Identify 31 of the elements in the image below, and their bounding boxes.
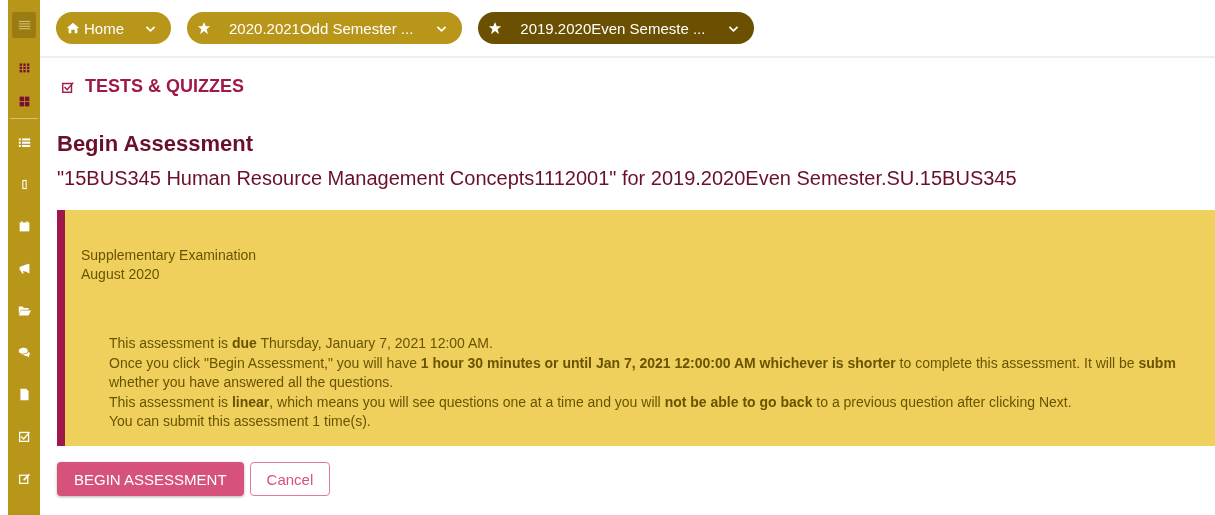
cancel-button[interactable]: Cancel [249,462,331,496]
notice-text: Supplementary Examination [81,246,258,265]
home-icon [66,21,80,35]
chat-icon [17,345,31,359]
notice-line: This assessment is due Thursday, January 7, 2021 12:00 AM. [109,334,494,353]
begin-button[interactable]: BEGIN ASSESSMENT [57,462,244,496]
menu-icon [17,18,31,32]
dashboard-icon [17,94,31,108]
tool-title: TESTS & QUIZZES [85,76,244,97]
breadcrumb-button[interactable]: 2019.2020Even Semeste ... [478,12,755,44]
calendar-icon [17,219,31,233]
list-icon [17,135,31,149]
edit-icon [17,471,31,485]
apps-icon [17,60,31,74]
breadcrumb-button[interactable]: 2020.2021Odd Semester ... [187,12,463,44]
folder-icon [17,303,31,317]
checkbox-icon [61,79,75,94]
megaphone-icon [17,261,31,275]
star-icon [488,21,503,35]
notice-line: This assessment is linear, which means you will see questions one at a time and you will not be able to go back to a previous question after clicking Next. [109,392,1073,412]
notice-line: whether you have answered all the questions. [109,373,395,392]
star-icon [197,21,211,35]
check-icon [17,429,31,443]
assessment-title: "15BUS345 Human Resource Management Concepts1112001" for 2019.2020Even Semester.SU.15BUS345 [57,167,1018,190]
notice-line: Once you click "Begin Assessment," you will have 1 hour 30 minutes or until Jan 7, 2021 12:00:00 AM whichever is shorter to complete this assessment. It will be subm [109,353,1177,373]
notice-text: August 2020 [81,265,161,284]
notice-line: You can submit this assessment 1 time(s). [109,412,372,431]
breadcrumb-button[interactable]: Home [56,12,171,44]
page-heading: Begin Assessment [57,131,255,157]
document-icon [17,387,31,401]
menu-button[interactable] [12,12,36,38]
